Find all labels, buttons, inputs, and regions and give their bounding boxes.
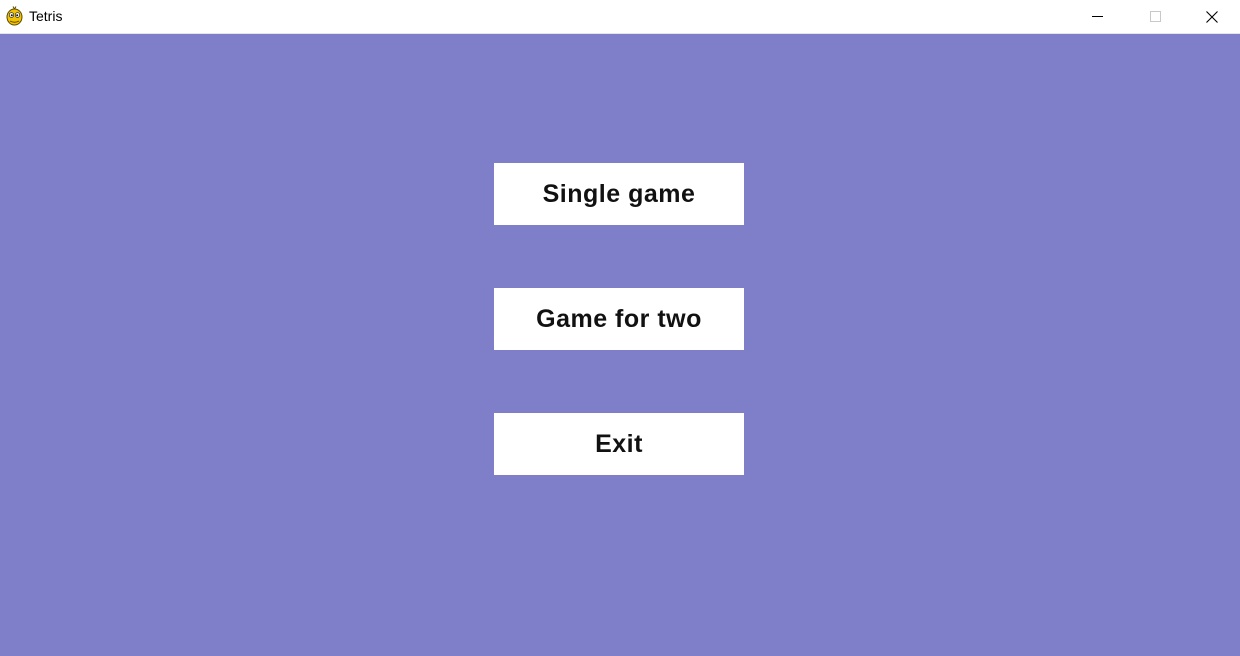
window-title: Tetris xyxy=(29,8,63,24)
maximize-button[interactable] xyxy=(1126,0,1184,33)
game-for-two-button[interactable]: Game for two xyxy=(494,288,744,350)
maximize-icon xyxy=(1149,11,1161,22)
close-icon xyxy=(1206,10,1218,23)
game-canvas: Single game Game for two Exit xyxy=(0,35,1240,656)
exit-button[interactable]: Exit xyxy=(494,413,744,475)
minimize-icon xyxy=(1091,11,1103,22)
minimize-button[interactable] xyxy=(1068,0,1126,33)
title-bar: Tetris xyxy=(0,0,1240,34)
pygame-snake-icon xyxy=(5,6,24,26)
single-game-button[interactable]: Single game xyxy=(494,163,744,225)
close-button[interactable] xyxy=(1184,0,1240,33)
